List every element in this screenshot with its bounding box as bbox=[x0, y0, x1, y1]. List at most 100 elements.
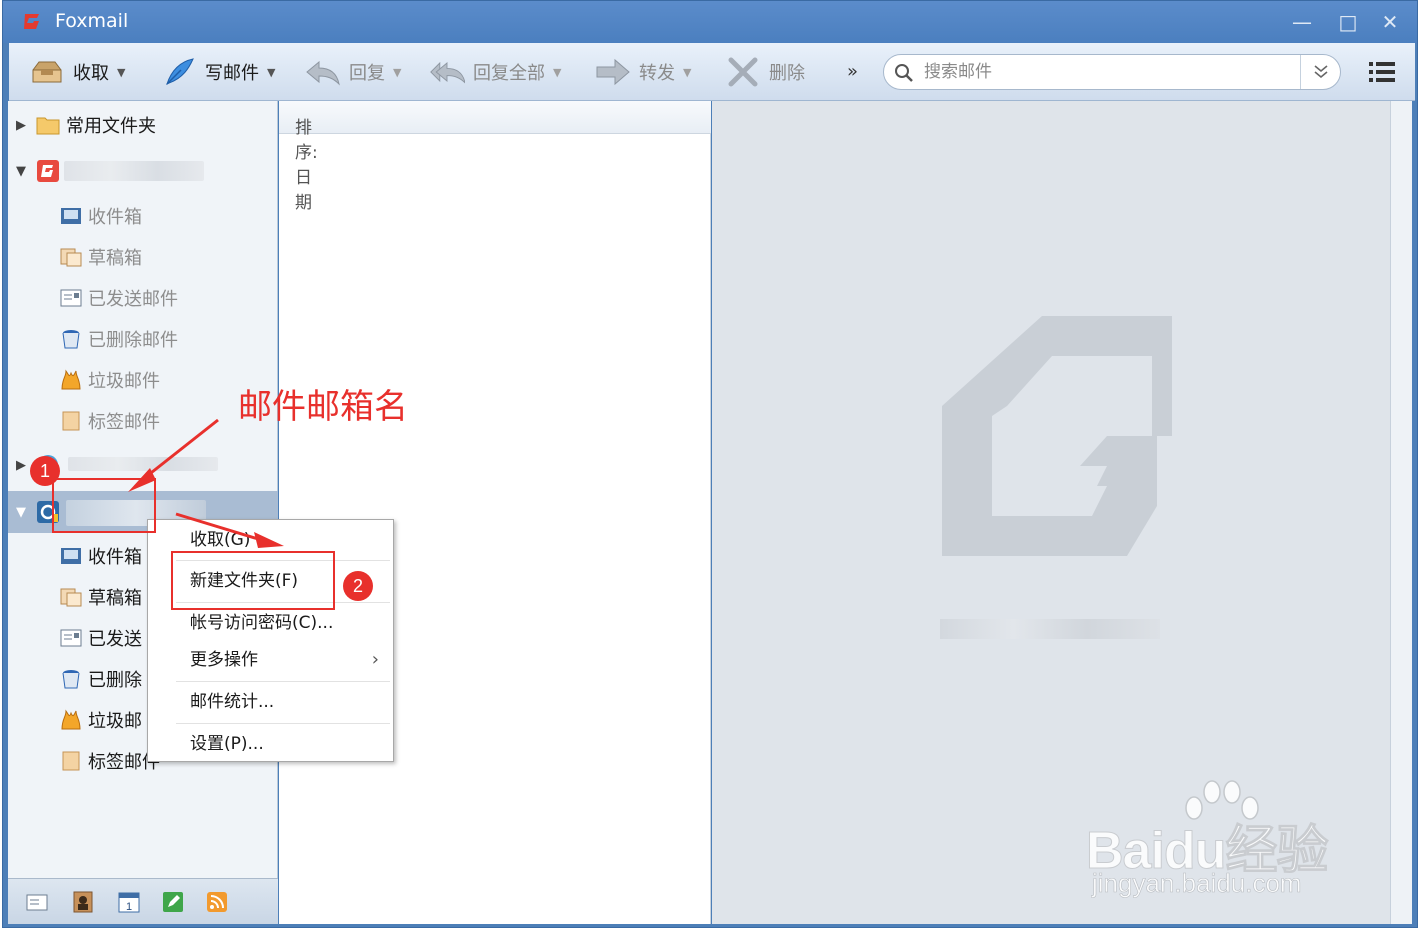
module-switcher-bar: 1 bbox=[8, 878, 278, 924]
menu-item-more-actions[interactable]: 更多操作 › bbox=[148, 640, 393, 680]
folder-item[interactable]: 收件箱 bbox=[8, 196, 278, 236]
title-bar: Foxmail — □ ✕ bbox=[3, 1, 1417, 43]
chevron-down-icon[interactable]: ▼ bbox=[393, 66, 401, 79]
expand-arrow-icon[interactable]: ▶ bbox=[16, 458, 26, 473]
delete-label: 删除 bbox=[769, 63, 805, 84]
receive-button[interactable]: 收取 ▼ bbox=[29, 43, 125, 101]
toolbar: 收取 ▼ 写邮件 ▼ 回复 ▼ 回复全部 ▼ 转发 ▼ 删除 » 搜索邮件 bbox=[9, 43, 1415, 101]
minimize-icon[interactable]: — bbox=[1287, 9, 1317, 35]
more-toolbar-button[interactable]: » bbox=[847, 61, 858, 82]
chevron-down-icon: ⌄ bbox=[295, 113, 306, 127]
folder-label: 草稿箱 bbox=[88, 248, 142, 269]
annotation-badge-1: 1 bbox=[30, 456, 60, 486]
svg-text:1: 1 bbox=[126, 901, 132, 913]
chevron-down-icon[interactable]: ▼ bbox=[117, 66, 125, 79]
annotation-box-account bbox=[52, 478, 156, 533]
forward-label: 转发 bbox=[639, 63, 675, 84]
folder-label: 已删除 bbox=[88, 670, 142, 691]
account-avatar-icon bbox=[37, 160, 59, 182]
search-icon bbox=[895, 64, 913, 82]
search-options-button[interactable] bbox=[1300, 55, 1340, 89]
folder-icon bbox=[36, 117, 60, 135]
main-menu-icon[interactable] bbox=[1369, 60, 1395, 84]
common-folders-label: 常用文件夹 bbox=[66, 116, 156, 137]
folder-item[interactable]: 已删除邮件 bbox=[8, 319, 278, 359]
baidu-jingyan-watermark: Baidu经验 jingyan.baidu.com bbox=[1085, 780, 1356, 900]
menu-item-settings[interactable]: 设置(P)... bbox=[148, 724, 393, 764]
search-box[interactable] bbox=[883, 54, 1341, 90]
folder-label: 垃圾邮 bbox=[88, 711, 142, 732]
junk-icon bbox=[61, 369, 81, 390]
sent-icon bbox=[60, 629, 82, 647]
menu-item-mail-stats[interactable]: 邮件统计... bbox=[148, 682, 393, 722]
collapse-arrow-icon[interactable]: ▼ bbox=[16, 164, 26, 179]
double-chevron-down-icon bbox=[1314, 65, 1328, 79]
drafts-icon bbox=[60, 588, 82, 607]
calendar-module-icon[interactable]: 1 bbox=[118, 891, 140, 913]
folder-label: 已发送邮件 bbox=[88, 289, 178, 310]
annotation-box-new-folder bbox=[171, 551, 335, 610]
account-node-1[interactable]: ▼ bbox=[8, 151, 278, 191]
reply-all-button[interactable]: 回复全部 ▼ bbox=[429, 43, 561, 101]
account-name-redacted bbox=[64, 161, 204, 181]
folder-label: 垃圾邮件 bbox=[88, 371, 160, 392]
folder-item[interactable]: 已发送邮件 bbox=[8, 278, 278, 318]
reply-all-arrow-icon bbox=[430, 61, 465, 84]
reply-all-label: 回复全部 bbox=[473, 63, 545, 84]
junk-icon bbox=[61, 709, 81, 730]
receive-label: 收取 bbox=[73, 63, 109, 84]
reply-label: 回复 bbox=[349, 63, 385, 84]
right-edge-strip bbox=[1390, 101, 1412, 924]
chevron-down-icon[interactable]: ▼ bbox=[267, 66, 275, 79]
close-icon[interactable]: ✕ bbox=[1375, 9, 1405, 35]
notes-module-icon[interactable] bbox=[162, 891, 184, 913]
folder-item[interactable]: 草稿箱 bbox=[8, 237, 278, 277]
delete-x-icon bbox=[728, 57, 758, 87]
folder-label: 已发送 bbox=[88, 629, 142, 650]
forward-button[interactable]: 转发 ▼ bbox=[595, 43, 691, 101]
tag-icon bbox=[62, 751, 80, 771]
message-list-pane: 排序:日期 ⌄ bbox=[279, 101, 711, 924]
chevron-down-icon[interactable]: ▼ bbox=[683, 66, 691, 79]
watermark-domain: jingyan.baidu.com bbox=[1092, 868, 1302, 899]
inbox-icon bbox=[61, 548, 81, 564]
maximize-icon[interactable]: □ bbox=[1333, 9, 1363, 35]
window-title: Foxmail bbox=[55, 10, 129, 32]
annotation-badge-2: 2 bbox=[343, 571, 373, 601]
sort-label: 排序:日期 bbox=[295, 118, 318, 213]
trash-icon bbox=[62, 330, 80, 349]
expand-arrow-icon[interactable]: ▶ bbox=[16, 118, 26, 133]
folder-label: 已删除邮件 bbox=[88, 330, 178, 351]
foxmail-watermark-logo-icon bbox=[942, 316, 1172, 556]
collapse-arrow-icon[interactable]: ▼ bbox=[16, 505, 26, 520]
compose-button[interactable]: 写邮件 ▼ bbox=[161, 43, 275, 101]
tag-icon bbox=[62, 411, 80, 431]
folder-label: 收件箱 bbox=[88, 547, 142, 568]
account-info-redacted bbox=[940, 619, 1160, 639]
forward-arrow-icon bbox=[596, 58, 630, 86]
trash-icon bbox=[62, 670, 80, 689]
chevron-right-icon: › bbox=[371, 649, 379, 670]
reply-button[interactable]: 回复 ▼ bbox=[305, 43, 401, 101]
chevron-down-icon[interactable]: ▼ bbox=[553, 66, 561, 79]
compose-label: 写邮件 bbox=[205, 63, 259, 84]
foxmail-logo-icon bbox=[24, 14, 39, 29]
rss-module-icon[interactable] bbox=[206, 891, 228, 913]
menu-item-label: 更多操作 bbox=[190, 650, 258, 670]
sort-bar[interactable]: 排序:日期 ⌄ bbox=[279, 101, 711, 213]
search-input[interactable] bbox=[924, 58, 1294, 86]
feather-pen-icon bbox=[166, 58, 194, 85]
common-folders-node[interactable]: ▶ 常用文件夹 bbox=[8, 105, 278, 145]
reply-arrow-icon bbox=[306, 60, 340, 86]
inbox-tray-icon bbox=[32, 61, 62, 83]
folder-label: 收件箱 bbox=[88, 207, 142, 228]
mail-module-icon[interactable] bbox=[26, 891, 48, 913]
folder-label: 标签邮件 bbox=[88, 412, 160, 433]
delete-button[interactable]: 删除 bbox=[725, 43, 805, 101]
sent-icon bbox=[60, 289, 82, 307]
folder-label: 草稿箱 bbox=[88, 588, 142, 609]
annotation-label: 邮件邮箱名 bbox=[238, 387, 408, 427]
inbox-icon bbox=[61, 208, 81, 224]
drafts-icon bbox=[60, 248, 82, 267]
contacts-module-icon[interactable] bbox=[72, 891, 94, 913]
